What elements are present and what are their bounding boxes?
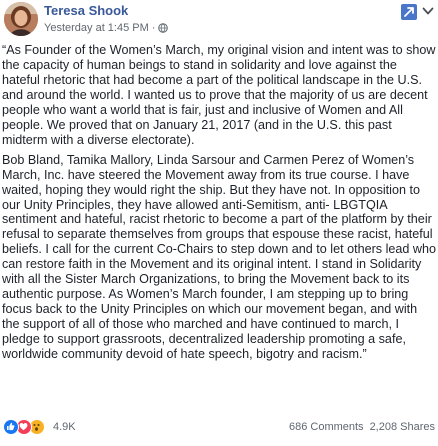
globe-icon (158, 23, 169, 33)
extension-icon[interactable] (401, 4, 417, 20)
avatar[interactable] (4, 2, 38, 36)
post-paragraph: Bob Bland, Tamika Mallory, Linda Sarsour… (2, 152, 437, 362)
post-paragraph: “As Founder of the Women’s March, my ori… (2, 43, 436, 147)
shares-count[interactable]: 2,208 Shares (370, 421, 435, 433)
like-icon[interactable] (3, 419, 19, 435)
post-header: Teresa Shook Yesterday at 1:45 PM · (0, 0, 438, 38)
comments-count[interactable]: 686 Comments (289, 421, 364, 433)
post-body: “As Founder of the Women’s March, my ori… (2, 43, 436, 362)
reaction-count[interactable]: 4.9K (53, 421, 76, 433)
meta-separator: · (151, 22, 156, 34)
post-timestamp[interactable]: Yesterday at 1:45 PM (44, 22, 149, 34)
post-meta: Yesterday at 1:45 PM · (44, 22, 169, 34)
avatar-photo (4, 2, 38, 36)
chevron-down-icon[interactable] (421, 4, 435, 18)
post-footer: 4.9K 686 Comments 2,208 Shares (0, 416, 438, 440)
reaction-icons[interactable] (3, 419, 45, 435)
author-name[interactable]: Teresa Shook (44, 3, 128, 18)
engagement-counts: 686 Comments 2,208 Shares (289, 421, 435, 433)
